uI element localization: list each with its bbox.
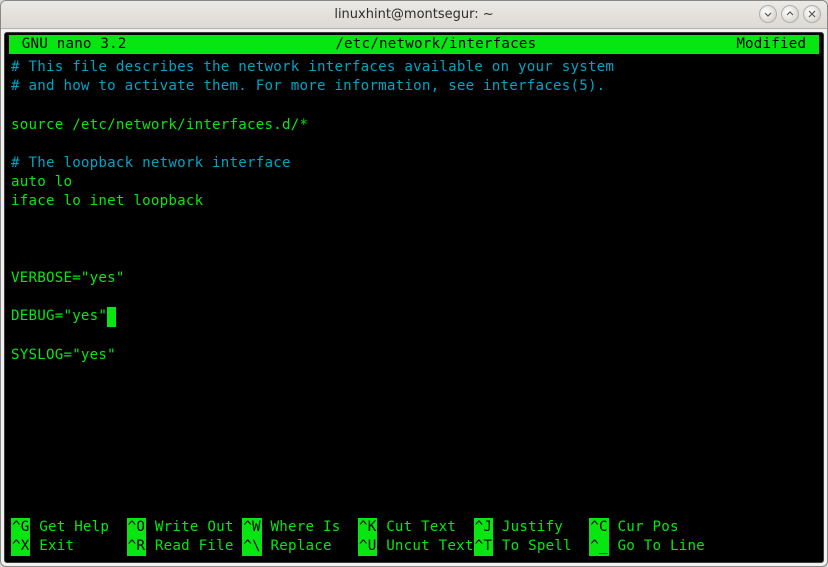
- editor-line[interactable]: # This file describes the network interf…: [11, 58, 817, 77]
- editor-line[interactable]: [11, 288, 817, 307]
- shortcut-row: ^X Exit ^R Read File ^\ Replace ^U Uncut…: [11, 537, 817, 556]
- shortcut-label: To Spell: [493, 537, 589, 556]
- shortcut-label: Justify: [493, 518, 589, 537]
- editor-line[interactable]: [11, 231, 817, 250]
- editor-line[interactable]: # and how to activate them. For more inf…: [11, 77, 817, 96]
- editor-line[interactable]: DEBUG="yes": [11, 307, 817, 326]
- text-cursor: [107, 307, 116, 326]
- window-titlebar[interactable]: linuxhint@montsegur: ~: [1, 1, 827, 29]
- editor-line[interactable]: [11, 212, 817, 231]
- nano-filename: /etc/network/interfaces: [135, 35, 736, 54]
- shortcut-label: Replace: [262, 537, 358, 556]
- shortcut-key: ^G: [11, 518, 30, 537]
- nano-header: GNU nano 3.2 /etc/network/interfaces Mod…: [9, 35, 819, 54]
- nano-app-name: GNU nano 3.2: [13, 35, 135, 54]
- terminal-body[interactable]: GNU nano 3.2 /etc/network/interfaces Mod…: [4, 32, 824, 563]
- shortcut-key: ^W: [242, 518, 261, 537]
- shortcut-key: ^K: [358, 518, 377, 537]
- editor-line[interactable]: [11, 327, 817, 346]
- editor-line[interactable]: [11, 250, 817, 269]
- nano-status-modified: Modified: [736, 35, 815, 54]
- shortcut-key: ^T: [474, 537, 493, 556]
- nano-shortcut-bar: ^G Get Help ^O Write Out ^W Where Is ^K …: [9, 518, 819, 558]
- shortcut-key: ^U: [358, 537, 377, 556]
- editor-line[interactable]: iface lo inet loopback: [11, 192, 817, 211]
- shortcut-key: ^\: [242, 537, 261, 556]
- editor-line[interactable]: source /etc/network/interfaces.d/*: [11, 116, 817, 135]
- editor-line[interactable]: [11, 97, 817, 116]
- shortcut-key: ^J: [474, 518, 493, 537]
- editor-line[interactable]: auto lo: [11, 173, 817, 192]
- shortcut-label: Go To Line: [609, 537, 705, 556]
- window-title: linuxhint@montsegur: ~: [334, 7, 493, 22]
- shortcut-label: Write Out: [146, 518, 242, 537]
- terminal-window: linuxhint@montsegur: ~ GNU nano 3.2 /etc…: [0, 0, 828, 567]
- shortcut-key: ^R: [127, 537, 146, 556]
- shortcut-key: ^O: [127, 518, 146, 537]
- editor-line[interactable]: [11, 135, 817, 154]
- shortcut-row: ^G Get Help ^O Write Out ^W Where Is ^K …: [11, 518, 817, 537]
- shortcut-label: Cut Text: [377, 518, 473, 537]
- shortcut-key: ^X: [11, 537, 30, 556]
- editor-line[interactable]: # The loopback network interface: [11, 154, 817, 173]
- editor-line[interactable]: VERBOSE="yes": [11, 269, 817, 288]
- minimize-button[interactable]: [759, 5, 777, 23]
- shortcut-key: ^_: [589, 537, 608, 556]
- close-button[interactable]: [803, 5, 821, 23]
- shortcut-key: ^C: [589, 518, 608, 537]
- shortcut-label: Where Is: [262, 518, 358, 537]
- window-controls: [759, 5, 821, 23]
- maximize-button[interactable]: [781, 5, 799, 23]
- editor-content[interactable]: # This file describes the network interf…: [9, 54, 819, 517]
- shortcut-label: Read File: [146, 537, 242, 556]
- shortcut-label: Exit: [30, 537, 126, 556]
- shortcut-label: Get Help: [30, 518, 126, 537]
- shortcut-label: Uncut Text: [377, 537, 473, 556]
- editor-line[interactable]: SYSLOG="yes": [11, 346, 817, 365]
- shortcut-label: Cur Pos: [609, 518, 705, 537]
